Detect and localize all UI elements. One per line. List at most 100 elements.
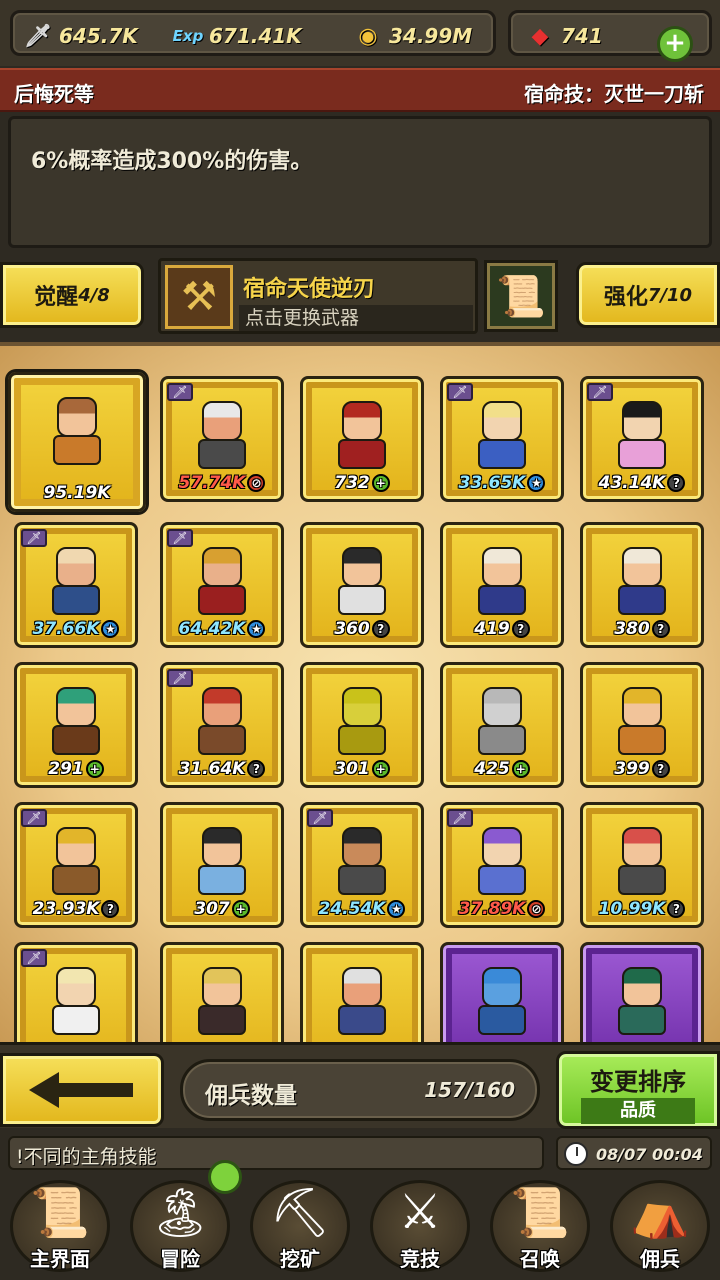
mercenary-count: 佣兵数量 157/160 [180,1059,540,1121]
nav-label: 冒险 [160,1247,200,1271]
hero-sprite [470,827,534,897]
nav-item-0[interactable]: 📜 主界面 [0,1174,120,1280]
hero-card[interactable]: 🗡 23.93K? [14,802,138,928]
hero-power: 95.19K [43,483,111,503]
hero-card[interactable]: 419? [440,522,564,648]
back-button[interactable] [0,1053,164,1127]
notification-dot [208,1160,242,1194]
hero-card[interactable]: 🗡 57.74K ⊘ [160,376,284,502]
roster-bar: 佣兵数量 157/160 变更排序 品质 [0,1042,720,1129]
status-badge-icon: ? [651,620,670,638]
hero-card[interactable]: 🗡 64.42K ★ [160,522,284,648]
gold-value: 34.99M [389,24,473,48]
add-gems-button[interactable]: + [657,26,693,62]
status-badge-icon: + [231,900,250,918]
gem-value: 741 [561,24,603,48]
weapon-tag-icon: 🗡 [307,809,333,827]
hero-power: 31.64K? [169,759,275,779]
hero-sprite [470,401,534,471]
skill-description: 6%概率造成300%的伤害。 [31,149,313,174]
hero-sprite [330,547,394,617]
hero-sprite [44,967,108,1037]
hero-card[interactable]: 360? [300,522,424,648]
attack-resource: 🗡 645.7K [23,21,138,51]
hero-sprite [190,967,254,1037]
awaken-button[interactable]: 觉醒 4/8 [0,262,144,328]
hero-sprite [610,547,674,617]
exp-resource: Exp 671.41K [173,21,302,51]
enhance-value: 7/10 [647,284,693,306]
hero-sprite [45,397,109,467]
clock-icon [564,1142,588,1166]
hero-card[interactable]: 399? [580,662,704,788]
status-badge-icon: + [511,760,530,778]
hero-sprite [330,827,394,897]
hero-sprite [190,687,254,757]
hero-power: 301 + [309,759,415,779]
hero-card[interactable] [300,942,424,1042]
hero-name: 后悔死等 [14,82,94,106]
skill-description-panel: 6%概率造成300%的伤害。 [8,116,712,248]
hero-card[interactable]: 307 + [160,802,284,928]
hero-power: 419? [449,619,555,639]
change-weapon-hint: 点击更换武器 [239,305,473,331]
status-badge-icon: ⊘ [247,474,266,492]
nav-label: 挖矿 [280,1247,320,1271]
status-badge-icon: ★ [247,620,266,638]
hero-card[interactable]: 10.99K? [580,802,704,928]
hero-card[interactable]: 🗡 [14,942,138,1042]
message-ticker[interactable]: !不同的主角技能 [8,1136,544,1170]
hero-sprite [44,687,108,757]
hero-power: 10.99K? [589,899,695,919]
time-text: 08/07 00:04 [596,1145,703,1164]
hero-sprite [470,687,534,757]
hero-card[interactable]: 🗡 24.54K ★ [300,802,424,928]
status-badge-icon: ? [667,474,686,492]
hero-card[interactable]: 🗡 43.14K? [580,376,704,502]
hero-sprite [190,827,254,897]
hero-sprite [610,401,674,471]
scroll-icon[interactable]: 📜 [484,260,558,332]
awaken-value: 4/8 [78,284,110,306]
status-badge-icon: ★ [101,620,120,638]
hero-card[interactable] [440,942,564,1042]
status-badge-icon: ? [651,760,670,778]
hero-card[interactable]: 95.19K [8,372,146,512]
hero-card[interactable] [160,942,284,1042]
status-badge-icon: ? [667,900,686,918]
gem-resource: ◆ 741 [525,21,603,51]
weapon-name: 宿命天使逆刃 [243,277,376,302]
hero-sprite [470,967,534,1037]
exp-icon: Exp [172,27,204,45]
hero-card[interactable]: 732 + [300,376,424,502]
change-sort-button[interactable]: 变更排序 品质 [556,1051,720,1129]
hero-card[interactable]: 425 + [440,662,564,788]
hero-sprite [330,687,394,757]
coin-icon: ◉ [358,23,378,49]
hero-card[interactable]: 🗡 31.64K? [160,662,284,788]
weapon-selector[interactable]: ⚒ 宿命天使逆刃 点击更换武器 [158,258,478,334]
status-badge-icon: + [371,760,390,778]
hero-grid: 95.19K 🗡 57.74K ⊘ 732 + 🗡 33.65K ★ 🗡 43.14K? 🗡 37.66… [0,342,720,1042]
hero-card[interactable]: 380? [580,522,704,648]
hero-card[interactable] [580,942,704,1042]
hero-card[interactable]: 🗡 37.89K ⊘ [440,802,564,928]
hero-card[interactable]: 301 + [300,662,424,788]
nav-item-2[interactable]: ⛏ 挖矿 [240,1174,360,1280]
hero-card[interactable]: 🗡 37.66K ★ [14,522,138,648]
enhance-button[interactable]: 强化 7/10 [576,262,720,328]
exp-value: 671.41K [209,24,302,48]
status-badge-icon: ? [511,620,530,638]
hero-card[interactable]: 🗡 33.65K ★ [440,376,564,502]
nav-item-4[interactable]: 📜 召唤 [480,1174,600,1280]
hero-power: 57.74K ⊘ [169,473,275,493]
nav-item-3[interactable]: ⚔ 竞技 [360,1174,480,1280]
scythe-icon: ⚒ [165,265,233,329]
awaken-label: 觉醒 [34,285,79,310]
hero-card[interactable]: 291 + [14,662,138,788]
weapon-tag-icon: 🗡 [21,529,47,547]
nav-item-5[interactable]: ⛺ 佣兵 [600,1174,720,1280]
hero-power: 380? [589,619,695,639]
tent-icon: ⛺ [630,1185,690,1241]
weapon-tag-icon: 🗡 [21,809,47,827]
